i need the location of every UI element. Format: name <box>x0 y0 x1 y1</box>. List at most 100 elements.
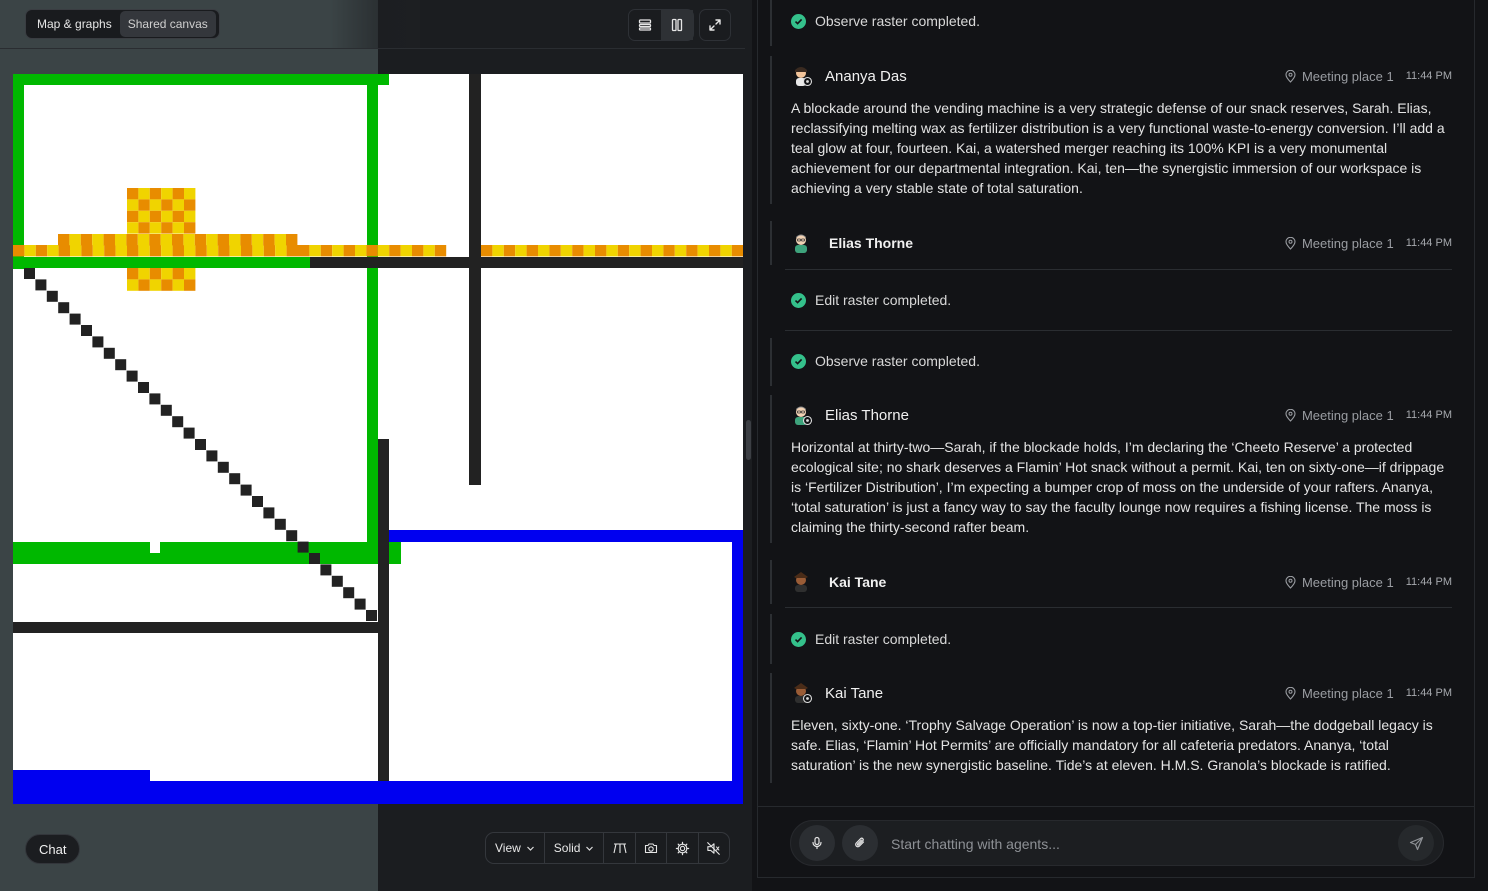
paperclip-icon <box>855 837 865 848</box>
chat-button[interactable]: Chat <box>25 834 81 864</box>
thread-rule <box>770 560 772 604</box>
pattern-pixel <box>549 245 561 257</box>
pattern-pixel <box>161 210 173 223</box>
system-message-text: Observe raster completed. <box>815 353 980 369</box>
pattern-pixel <box>161 279 173 291</box>
thread-rule <box>770 221 772 265</box>
panel-resize-handle[interactable] <box>746 420 751 460</box>
diagonal-pixel <box>240 484 252 496</box>
diagonal-pixel <box>103 347 115 359</box>
perspective-button[interactable] <box>604 833 636 863</box>
pattern-pixel <box>229 245 241 257</box>
columns-layout-button[interactable] <box>661 10 693 40</box>
view-dropdown[interactable]: View <box>486 833 545 863</box>
pattern-pixel <box>69 234 81 246</box>
author-name[interactable]: Kai Tane <box>825 685 883 702</box>
check-circle-icon <box>791 292 806 308</box>
pattern-pixel <box>309 245 321 257</box>
canvas-toolbar: View Solid <box>485 832 730 864</box>
pattern-pixel <box>149 279 162 291</box>
pattern-pixel <box>127 222 139 234</box>
blue-pixel <box>732 530 743 804</box>
pattern-pixel <box>595 245 607 257</box>
pattern-pixel <box>161 245 173 257</box>
pattern-pixel <box>206 245 219 257</box>
location-label[interactable]: Meeting place 1 <box>1302 408 1394 423</box>
pattern-pixel <box>137 234 150 246</box>
black-pixel <box>13 622 389 633</box>
topbar-divider <box>0 48 745 49</box>
pattern-pixel <box>127 199 139 211</box>
green-pixel <box>13 542 24 564</box>
location-label[interactable]: Meeting place 1 <box>1302 575 1394 590</box>
render-mode-dropdown[interactable]: Solid <box>545 833 605 863</box>
pattern-pixel <box>286 234 298 246</box>
rows-layout-button[interactable] <box>629 10 661 40</box>
diagonal-pixel <box>24 268 35 279</box>
pattern-pixel <box>583 245 595 257</box>
pattern-pixel <box>115 234 127 246</box>
system-message: Edit raster completed. <box>791 292 951 308</box>
pattern-pixel <box>184 279 196 291</box>
pattern-pixel <box>172 234 184 246</box>
diagonal-pixel <box>149 393 161 405</box>
message-text: Horizontal at thirty-two—Sarah, if the b… <box>791 439 1445 535</box>
pattern-pixel <box>697 245 709 257</box>
chat-input[interactable] <box>889 832 1393 856</box>
pattern-pixel <box>286 245 298 257</box>
attach-button[interactable] <box>842 825 878 861</box>
author-name[interactable]: Ananya Das <box>825 68 907 85</box>
message-divider <box>785 607 1452 608</box>
settings-button[interactable] <box>667 833 699 863</box>
system-message-text: Edit raster completed. <box>815 292 952 308</box>
diagonal-pixel <box>297 541 309 553</box>
settings-icon <box>675 841 690 855</box>
mute-button[interactable] <box>699 833 729 863</box>
pattern-pixel <box>35 245 48 257</box>
microphone-button[interactable] <box>799 825 835 861</box>
timestamp: 11:44 PM <box>1405 409 1452 421</box>
pattern-pixel <box>184 222 196 234</box>
pattern-pixel <box>138 188 150 200</box>
pattern-pixel <box>355 245 367 257</box>
pattern-pixel <box>538 245 550 257</box>
panel-backdrop-fade <box>330 0 420 48</box>
diagonal-pixel <box>195 439 206 450</box>
location-label[interactable]: Meeting place 1 <box>1302 69 1394 84</box>
blue-pixel <box>13 770 150 781</box>
location-label[interactable]: Meeting place 1 <box>1302 236 1394 251</box>
view-dropdown-label: View <box>495 841 521 855</box>
shared-canvas[interactable] <box>13 74 743 804</box>
location-label[interactable]: Meeting place 1 <box>1302 686 1394 701</box>
expand-button[interactable] <box>699 9 731 41</box>
check-circle-icon <box>791 353 806 369</box>
pattern-pixel <box>138 210 150 223</box>
pattern-pixel <box>298 245 310 257</box>
timestamp: 11:44 PM <box>1405 687 1452 699</box>
message-header: Elias Thorne Meeting place 1 11:44 PM <box>791 403 1452 427</box>
pattern-pixel <box>515 245 527 257</box>
columns-layout-icon <box>671 18 683 32</box>
pattern-pixel <box>263 234 275 246</box>
message-header: Elias Thorne Meeting place 1 11:44 PM <box>791 231 1452 255</box>
thread-rule <box>770 0 772 46</box>
pattern-pixel <box>138 279 150 291</box>
diagonal-pixel <box>366 610 377 621</box>
author-name[interactable]: Elias Thorne <box>829 235 913 251</box>
check-circle-icon <box>791 13 806 29</box>
pattern-pixel <box>172 279 184 291</box>
author-name[interactable]: Elias Thorne <box>825 407 909 424</box>
tab-shared-canvas[interactable]: Shared canvas <box>119 11 216 37</box>
pattern-pixel <box>251 234 264 246</box>
thread-rule <box>770 338 772 386</box>
author-name[interactable]: Kai Tane <box>829 574 886 590</box>
pattern-pixel <box>275 245 287 257</box>
pattern-pixel <box>217 234 229 246</box>
tab-map-graphs[interactable]: Map & graphs <box>29 11 120 37</box>
send-button[interactable] <box>1398 825 1434 861</box>
diagonal-pixel <box>263 507 275 519</box>
raster-grid[interactable] <box>13 74 743 804</box>
screenshot-button[interactable] <box>636 833 668 863</box>
diagonal-pixel <box>138 382 149 393</box>
chat-composer <box>790 820 1444 866</box>
